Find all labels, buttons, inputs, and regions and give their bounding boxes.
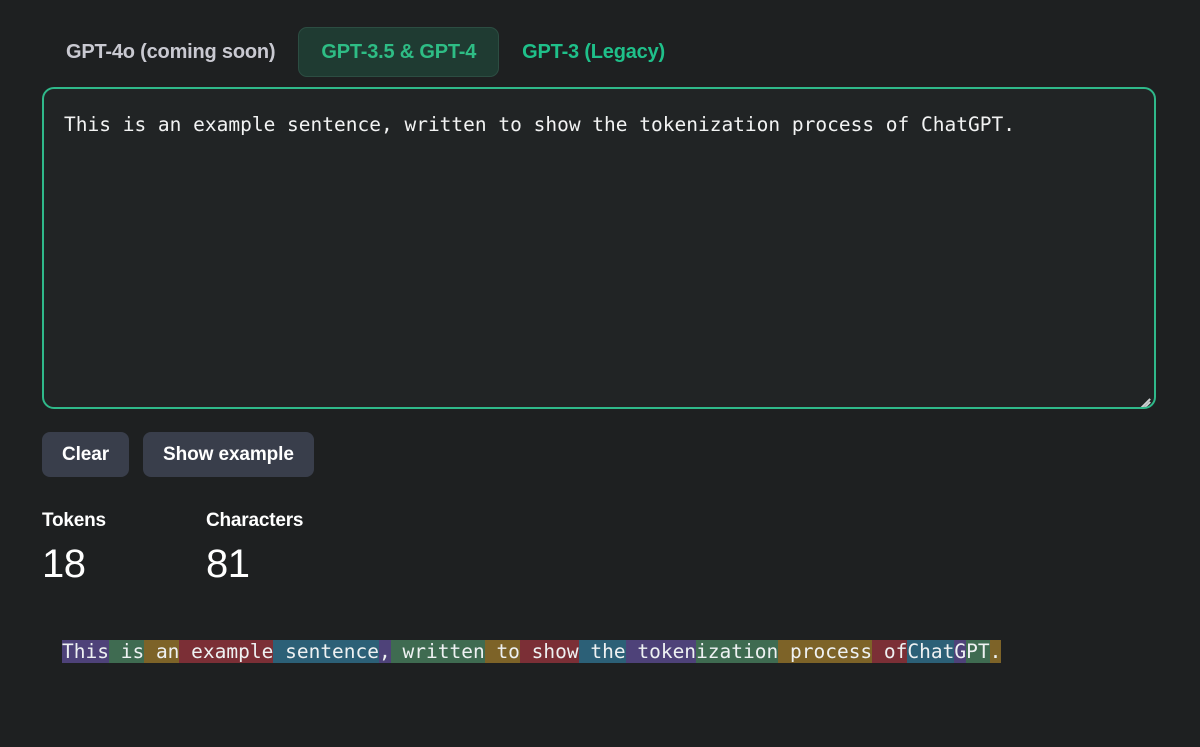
token-chip: . <box>989 640 1002 663</box>
tab-gpt-3-legacy[interactable]: GPT-3 (Legacy) <box>499 27 688 77</box>
stat-tokens: Tokens 18 <box>42 511 206 584</box>
token-chip: G <box>954 640 967 663</box>
stat-tokens-label: Tokens <box>42 510 106 531</box>
token-chip: is <box>108 640 145 663</box>
token-chip: , <box>379 640 391 663</box>
token-chip: PT <box>966 640 990 663</box>
stat-characters: Characters 81 <box>206 511 303 584</box>
token-chip: ization <box>696 640 779 663</box>
token-chip: This <box>62 640 109 663</box>
token-chip: of <box>872 640 908 663</box>
token-chip: sentence <box>273 640 380 663</box>
token-chip: to <box>484 640 520 663</box>
token-chip: written <box>390 640 485 663</box>
token-chip: example <box>179 640 274 663</box>
stat-characters-value: 81 <box>206 542 250 586</box>
model-tab-bar: GPT-4o (coming soon) GPT-3.5 & GPT-4 GPT… <box>42 26 688 78</box>
action-button-row: Clear Show example <box>42 432 314 477</box>
text-input[interactable] <box>44 89 1154 407</box>
clear-button[interactable]: Clear <box>42 432 130 477</box>
tab-gpt-4o[interactable]: GPT-4o (coming soon) <box>42 27 298 77</box>
token-chip: process <box>778 640 873 663</box>
token-chip: show <box>519 640 579 663</box>
stat-characters-label: Characters <box>206 510 304 531</box>
stats-row: Tokens 18 Characters 81 <box>42 511 303 584</box>
tab-gpt-35-gpt-4[interactable]: GPT-3.5 & GPT-4 <box>298 27 500 77</box>
token-visualisation: This is an example sentence, written to … <box>62 637 1130 667</box>
text-input-container <box>42 87 1156 409</box>
token-chip: an <box>144 640 180 663</box>
token-chip: the <box>578 640 626 663</box>
stat-tokens-value: 18 <box>42 542 86 586</box>
show-example-button[interactable]: Show example <box>143 432 314 477</box>
token-chip: token <box>625 640 697 663</box>
token-chip: Chat <box>907 640 955 663</box>
